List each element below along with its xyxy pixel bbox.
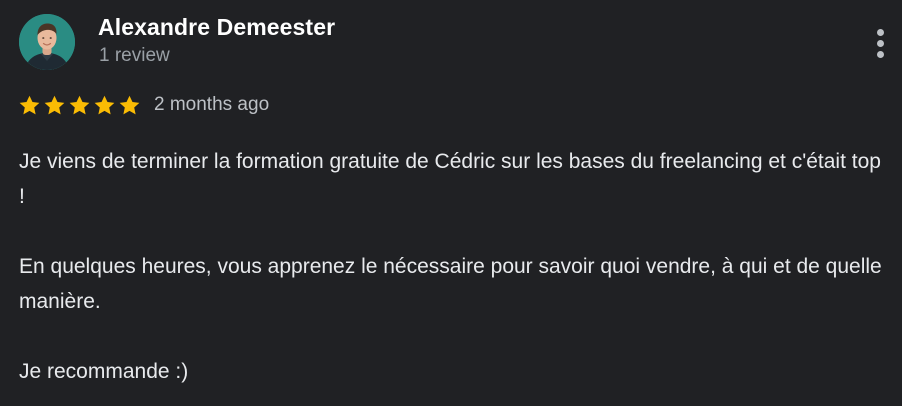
- more-vert-icon: [877, 29, 884, 36]
- star-icon: [19, 95, 40, 114]
- star-rating: [18, 94, 141, 117]
- star-icon: [119, 95, 140, 114]
- review-paragraph: Je recommande :): [19, 360, 189, 383]
- review-paragraph: Je viens de terminer la formation gratui…: [19, 150, 881, 208]
- author-review-count[interactable]: 1 review: [99, 45, 170, 67]
- review-date: 2 months ago: [154, 94, 270, 115]
- review-text: Je viens de terminer la formation gratui…: [19, 144, 889, 389]
- more-vert-icon-dot: [877, 51, 884, 58]
- profile-photo: [19, 14, 75, 70]
- more-vert-icon-dot: [877, 40, 884, 47]
- rating-row: 2 months ago: [18, 91, 269, 119]
- star-icon: [69, 95, 90, 114]
- star-icon: [44, 95, 65, 114]
- more-options-button[interactable]: [868, 22, 894, 64]
- review-card: Alexandre Demeester 1 review 2 months ag…: [0, 0, 902, 406]
- author-name[interactable]: Alexandre Demeester: [98, 14, 335, 41]
- review-paragraph: En quelques heures, vous apprenez le néc…: [19, 255, 882, 313]
- avatar[interactable]: [19, 14, 75, 70]
- star-icon: [94, 95, 115, 114]
